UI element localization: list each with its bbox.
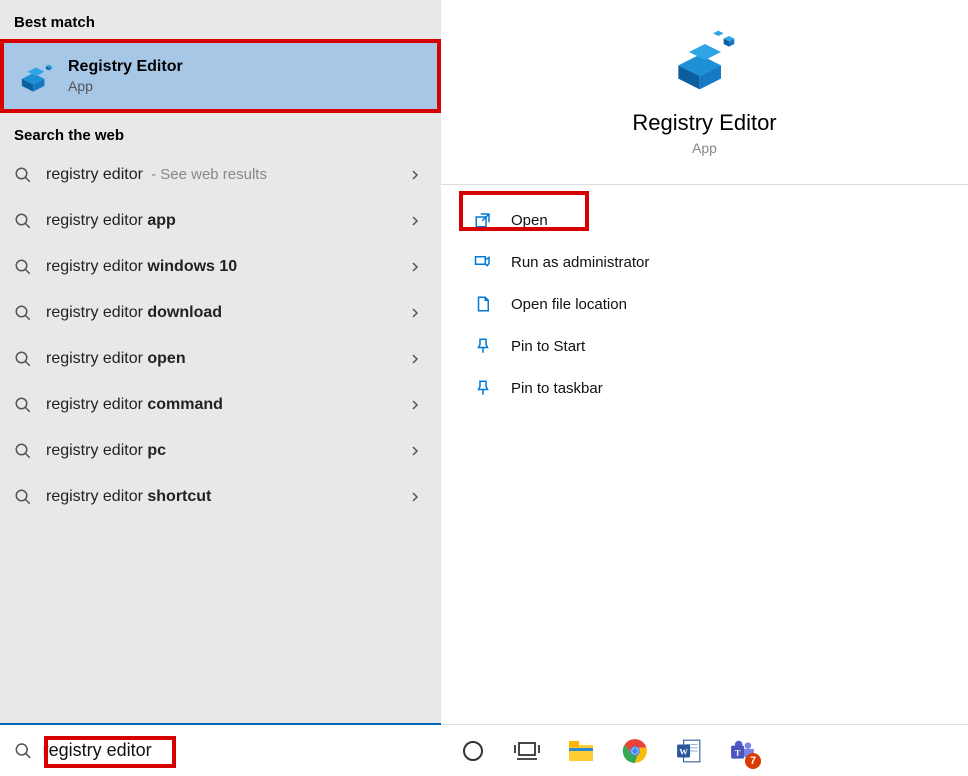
search-input[interactable]	[43, 740, 427, 761]
task-view-icon[interactable]	[513, 737, 541, 765]
web-result-item[interactable]: registry editor download	[0, 290, 441, 336]
web-result-label: registry editor command	[46, 396, 223, 414]
pin-start-icon	[473, 336, 493, 356]
action-run-admin-label: Run as administrator	[511, 254, 649, 271]
registry-editor-icon	[18, 58, 54, 94]
web-result-label: registry editor shortcut	[46, 488, 211, 506]
web-result-item[interactable]: registry editor open	[0, 336, 441, 382]
svg-text:W: W	[679, 746, 688, 756]
chevron-right-icon	[409, 215, 421, 227]
action-run-admin[interactable]: Run as administrator	[441, 241, 968, 283]
search-icon	[14, 350, 32, 368]
best-match-title: Registry Editor	[68, 58, 183, 76]
action-open[interactable]: Open	[441, 199, 968, 241]
action-open-location-label: Open file location	[511, 296, 627, 313]
action-open-label: Open	[511, 212, 548, 229]
preview-title: Registry Editor	[632, 110, 776, 136]
chevron-right-icon	[409, 261, 421, 273]
web-result-item[interactable]: registry editor - See web results	[0, 152, 441, 198]
web-result-item[interactable]: registry editor pc	[0, 428, 441, 474]
file-explorer-icon[interactable]	[567, 737, 595, 765]
action-pin-start[interactable]: Pin to Start	[441, 325, 968, 367]
svg-text:T: T	[735, 747, 741, 757]
action-pin-taskbar[interactable]: Pin to taskbar	[441, 367, 968, 409]
preview-header: Registry Editor App	[441, 0, 968, 185]
taskbar: W T 7	[441, 724, 968, 776]
search-icon	[14, 396, 32, 414]
registry-editor-icon-large	[673, 28, 737, 92]
web-result-item[interactable]: registry editor command	[0, 382, 441, 428]
chevron-right-icon	[409, 491, 421, 503]
action-pin-start-label: Pin to Start	[511, 338, 585, 355]
chevron-right-icon	[409, 307, 421, 319]
web-result-label: registry editor open	[46, 350, 186, 368]
chrome-icon[interactable]	[621, 737, 649, 765]
chevron-right-icon	[409, 445, 421, 457]
search-icon	[14, 166, 32, 184]
web-result-label: registry editor app	[46, 212, 176, 230]
search-icon	[14, 488, 32, 506]
web-result-item[interactable]: registry editor shortcut	[0, 474, 441, 520]
open-icon	[473, 210, 493, 230]
preview-subtitle: App	[692, 140, 717, 156]
shield-admin-icon	[473, 252, 493, 272]
actions-list: Open Run as administrator Open file loca…	[441, 185, 968, 409]
teams-icon[interactable]: T 7	[729, 737, 757, 765]
chevron-right-icon	[409, 399, 421, 411]
web-result-item[interactable]: registry editor windows 10	[0, 244, 441, 290]
search-bar[interactable]	[0, 723, 441, 776]
web-result-label: registry editor - See web results	[46, 166, 267, 184]
web-result-label: registry editor download	[46, 304, 222, 322]
search-results-panel: Best match Registry Editor	[0, 0, 441, 776]
web-result-label: registry editor pc	[46, 442, 166, 460]
pin-taskbar-icon	[473, 378, 493, 398]
best-match-result[interactable]: Registry Editor App	[0, 39, 441, 113]
web-results-list: registry editor - See web results registr…	[0, 152, 441, 520]
teams-badge: 7	[745, 753, 761, 769]
action-pin-taskbar-label: Pin to taskbar	[511, 380, 603, 397]
web-result-item[interactable]: registry editor app	[0, 198, 441, 244]
preview-panel: Registry Editor App Open Run as administ…	[441, 0, 968, 776]
word-icon[interactable]: W	[675, 737, 703, 765]
cortana-icon[interactable]	[459, 737, 487, 765]
chevron-right-icon	[409, 169, 421, 181]
action-open-location[interactable]: Open file location	[441, 283, 968, 325]
search-icon	[14, 741, 33, 761]
search-icon	[14, 258, 32, 276]
best-match-subtitle: App	[68, 78, 183, 94]
search-icon	[14, 304, 32, 322]
search-icon	[14, 212, 32, 230]
file-location-icon	[473, 294, 493, 314]
chevron-right-icon	[409, 353, 421, 365]
best-match-header: Best match	[0, 0, 441, 39]
web-result-label: registry editor windows 10	[46, 258, 237, 276]
search-icon	[14, 442, 32, 460]
search-web-header: Search the web	[0, 113, 441, 152]
